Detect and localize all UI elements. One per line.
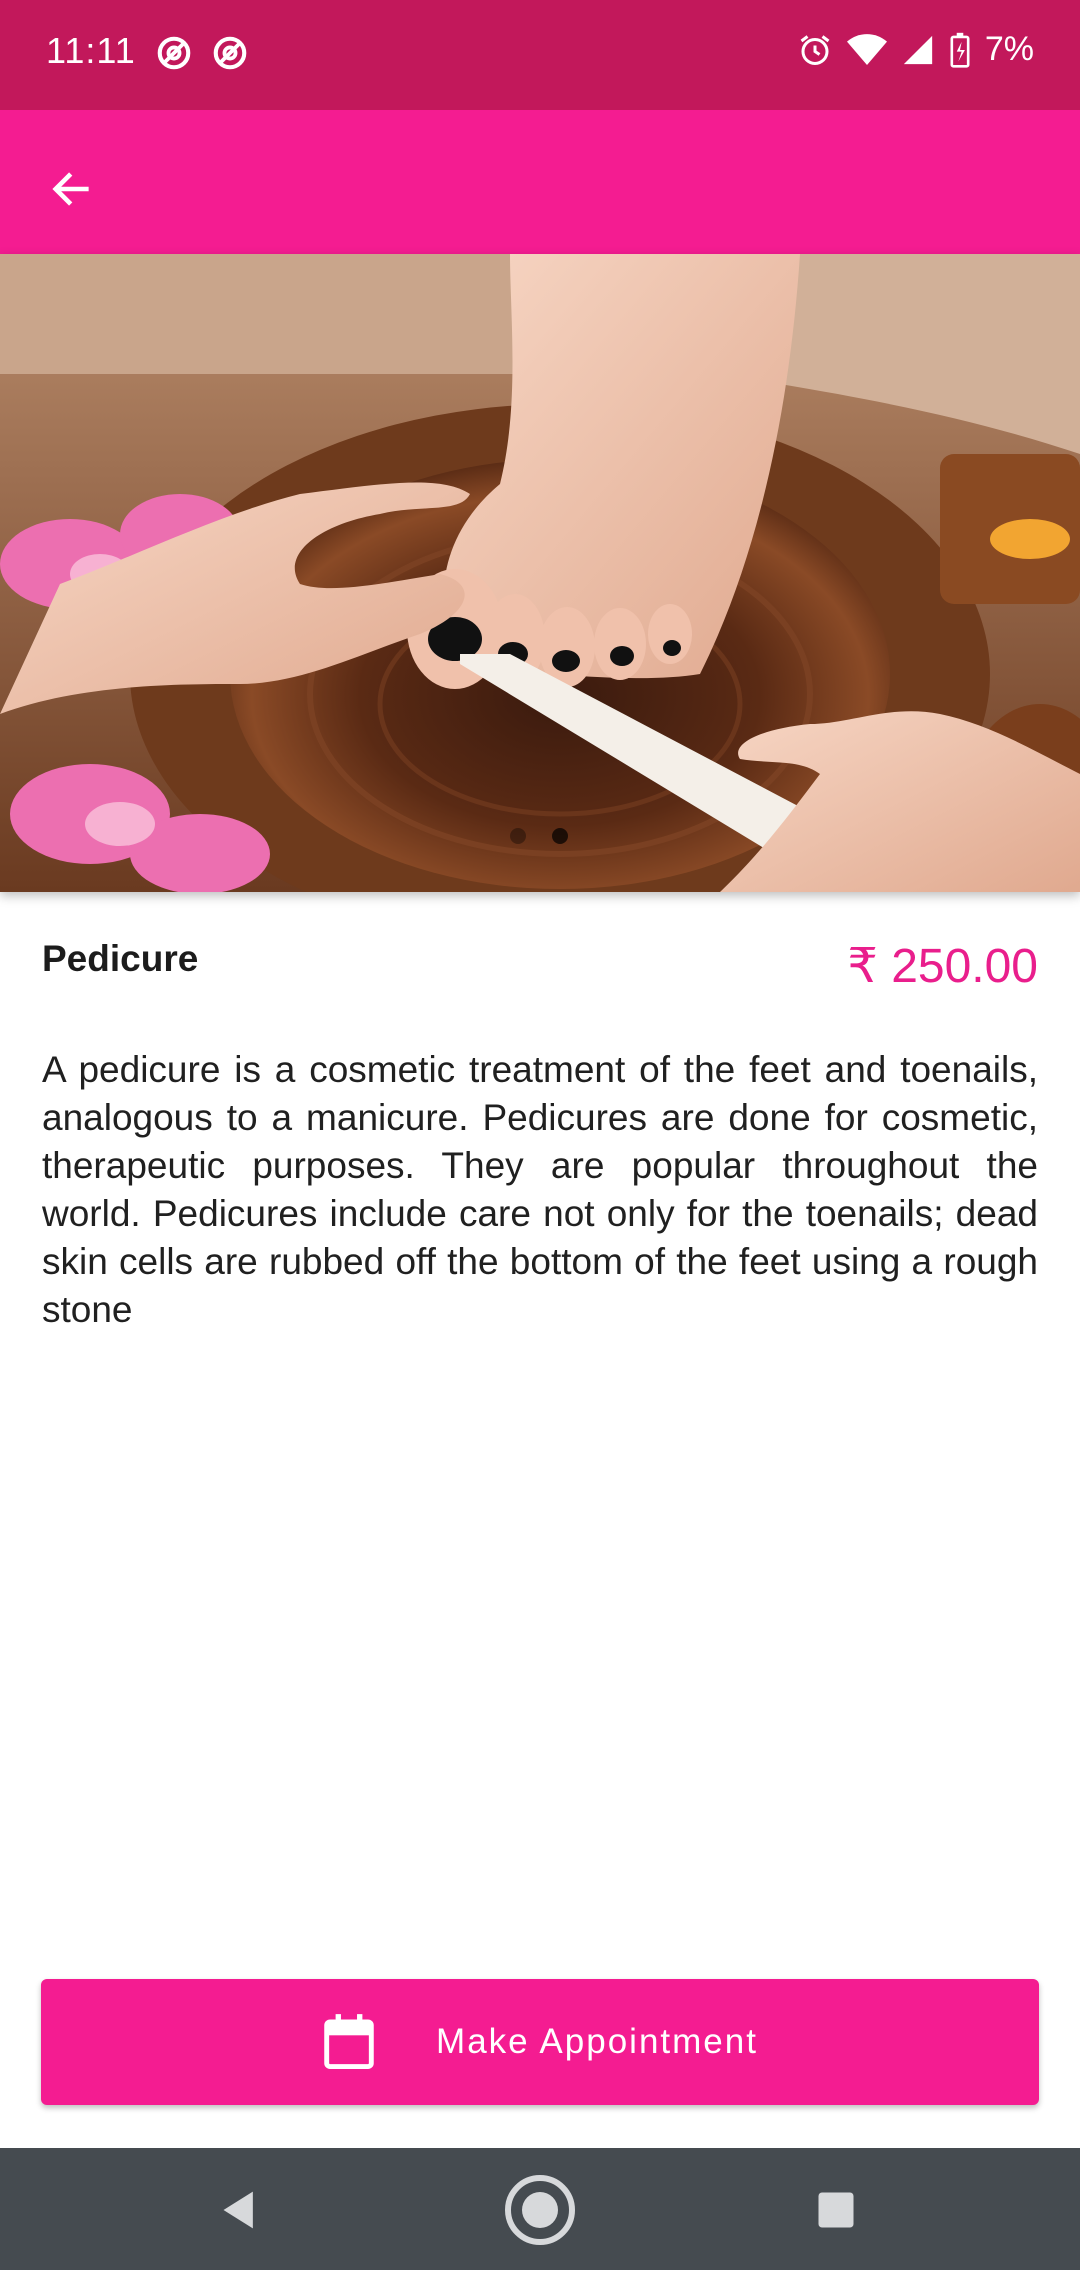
arrow-back-icon xyxy=(52,172,89,206)
recents-square-icon xyxy=(818,2192,854,2228)
home-circle-icon xyxy=(505,2175,575,2245)
signal-icon xyxy=(903,35,933,64)
back-button[interactable] xyxy=(38,156,104,222)
service-price: ₹ 250.00 xyxy=(847,940,1038,993)
calendar-icon xyxy=(324,2014,374,2069)
app-bar xyxy=(0,110,1080,254)
status-bar: 11:11 7% xyxy=(0,0,1080,110)
service-description: A pedicure is a cosmetic treatment of th… xyxy=(42,1049,1038,1330)
service-title: Pedicure xyxy=(42,938,199,979)
back-triangle-icon xyxy=(223,2191,253,2229)
status-time: 11:11 xyxy=(46,30,136,71)
at-sign-icon xyxy=(213,36,247,70)
make-appointment-label: Make Appointment xyxy=(436,2022,758,2061)
nav-back-button[interactable] xyxy=(204,2174,276,2246)
alarm-icon xyxy=(800,34,830,65)
carousel-dot xyxy=(510,828,526,844)
status-system-icons: 7% xyxy=(797,30,1034,69)
nav-recents-button[interactable] xyxy=(800,2174,872,2246)
status-notification-icons xyxy=(155,34,249,72)
battery-percent: 7% xyxy=(984,30,1034,68)
wifi-icon xyxy=(846,33,887,65)
at-sign-icon xyxy=(157,36,191,70)
system-nav-bar xyxy=(0,2148,1080,2270)
battery-charging-icon xyxy=(950,32,970,68)
make-appointment-button[interactable]: Make Appointment xyxy=(41,1979,1039,2105)
carousel-dot-active xyxy=(552,828,568,844)
pedicure-photo xyxy=(0,254,1080,892)
service-image-carousel[interactable] xyxy=(0,254,1080,892)
nav-home-button[interactable] xyxy=(504,2174,576,2246)
